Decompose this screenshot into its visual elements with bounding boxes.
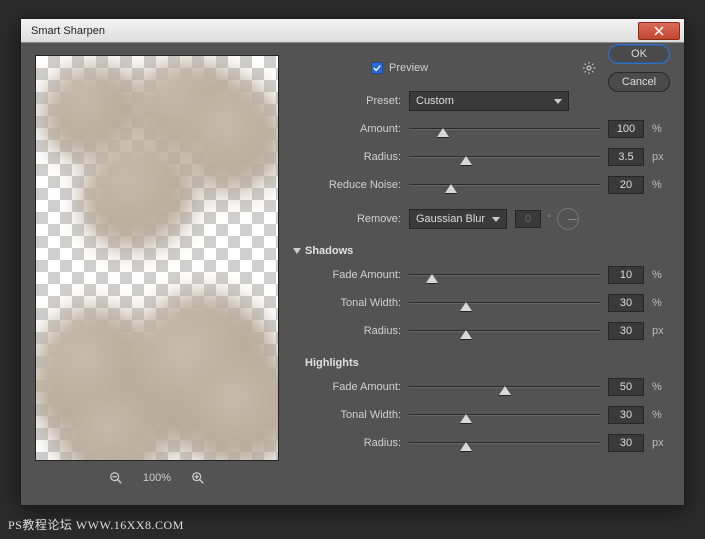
noise-value[interactable]: 20 bbox=[608, 176, 644, 194]
preview-canvas[interactable] bbox=[35, 55, 279, 461]
chevron-down-icon bbox=[492, 217, 500, 222]
hl-radius-value[interactable]: 30 bbox=[608, 434, 644, 452]
hl-radius-slider[interactable] bbox=[409, 436, 600, 450]
shadows-radius-slider[interactable] bbox=[409, 324, 600, 338]
noise-label: Reduce Noise: bbox=[297, 179, 409, 191]
close-icon bbox=[654, 26, 664, 36]
hl-tonal-label: Tonal Width: bbox=[297, 409, 409, 421]
preset-value: Custom bbox=[416, 95, 454, 107]
hl-tonal-slider[interactable] bbox=[409, 408, 600, 422]
shadows-tonal-value[interactable]: 30 bbox=[608, 294, 644, 312]
titlebar[interactable]: Smart Sharpen bbox=[21, 19, 684, 43]
shadows-fade-label: Fade Amount: bbox=[297, 269, 409, 281]
controls-column: Preview OK Cancel Preset: Custom Amount:… bbox=[297, 55, 670, 485]
zoom-out-icon[interactable] bbox=[109, 471, 123, 485]
radius-value[interactable]: 3.5 bbox=[608, 148, 644, 166]
disclosure-icon bbox=[293, 248, 301, 254]
amount-value[interactable]: 100 bbox=[608, 120, 644, 138]
angle-value: 0 bbox=[515, 210, 541, 228]
zoom-level[interactable]: 100% bbox=[143, 472, 171, 484]
hl-fade-slider[interactable] bbox=[409, 380, 600, 394]
zoom-bar: 100% bbox=[109, 471, 205, 485]
remove-select[interactable]: Gaussian Blur bbox=[409, 209, 507, 229]
preset-label: Preset: bbox=[297, 95, 409, 107]
amount-slider[interactable] bbox=[409, 122, 600, 136]
hl-radius-label: Radius: bbox=[297, 437, 409, 449]
close-button[interactable] bbox=[638, 22, 680, 40]
ok-button[interactable]: OK bbox=[608, 44, 670, 64]
preview-checkbox[interactable] bbox=[371, 62, 383, 74]
noise-slider[interactable] bbox=[409, 178, 600, 192]
shadows-header[interactable]: Shadows bbox=[293, 245, 670, 257]
preview-column: 100% bbox=[35, 55, 279, 485]
amount-label: Amount: bbox=[297, 123, 409, 135]
radius-slider[interactable] bbox=[409, 150, 600, 164]
zoom-in-icon[interactable] bbox=[191, 471, 205, 485]
window-title: Smart Sharpen bbox=[31, 25, 638, 37]
highlights-header: Highlights bbox=[305, 357, 670, 369]
remove-label: Remove: bbox=[297, 213, 409, 225]
shadows-radius-label: Radius: bbox=[297, 325, 409, 337]
watermark: PS教程论坛 WWW.16XX8.COM bbox=[8, 516, 184, 533]
gear-icon[interactable] bbox=[582, 61, 596, 75]
shadows-tonal-slider[interactable] bbox=[409, 296, 600, 310]
preview-label: Preview bbox=[389, 62, 428, 74]
button-column: OK Cancel bbox=[608, 44, 670, 92]
angle-dial bbox=[557, 208, 579, 230]
shadows-radius-value[interactable]: 30 bbox=[608, 322, 644, 340]
shadows-fade-value[interactable]: 10 bbox=[608, 266, 644, 284]
preset-select[interactable]: Custom bbox=[409, 91, 569, 111]
shadows-tonal-label: Tonal Width: bbox=[297, 297, 409, 309]
hl-fade-label: Fade Amount: bbox=[297, 381, 409, 393]
hl-fade-value[interactable]: 50 bbox=[608, 378, 644, 396]
radius-label: Radius: bbox=[297, 151, 409, 163]
chevron-down-icon bbox=[554, 99, 562, 104]
smart-sharpen-dialog: Smart Sharpen 100% bbox=[20, 18, 685, 506]
hl-tonal-value[interactable]: 30 bbox=[608, 406, 644, 424]
shadows-fade-slider[interactable] bbox=[409, 268, 600, 282]
